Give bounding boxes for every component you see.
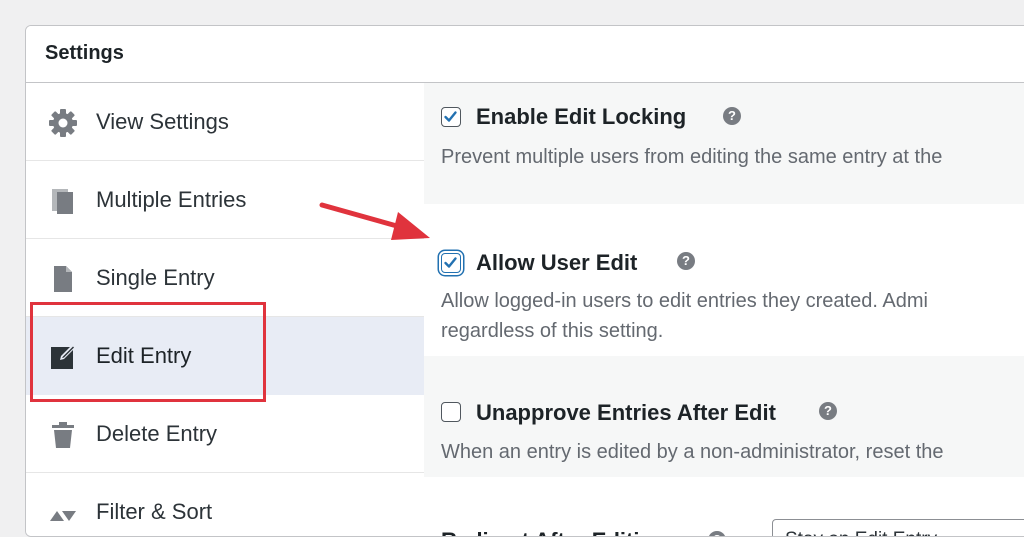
- settings-panel: Settings View Settings Multiple Entries …: [25, 25, 1024, 537]
- help-icon[interactable]: ?: [708, 531, 726, 536]
- setting-description: regardless of this setting.: [441, 320, 664, 342]
- sidebar-item-label: Delete Entry: [96, 421, 218, 446]
- enable-edit-locking-checkbox[interactable]: [441, 107, 461, 127]
- sidebar-item-label: Edit Entry: [96, 343, 192, 368]
- unapprove-entries-checkbox[interactable]: [441, 402, 461, 422]
- panel-header: Settings: [26, 26, 1024, 83]
- setting-allow-user-edit: Allow User Edit ? Allow logged-in users …: [424, 204, 1024, 356]
- allow-user-edit-checkbox[interactable]: [441, 253, 461, 273]
- sidebar-item-filter-sort[interactable]: Filter & Sort: [26, 473, 424, 536]
- panel-title: Settings: [45, 42, 124, 64]
- setting-unapprove-entries: Unapprove Entries After Edit ? When an e…: [424, 356, 1024, 477]
- help-icon[interactable]: ?: [819, 402, 837, 420]
- settings-content: Enable Edit Locking ? Prevent multiple u…: [424, 83, 1024, 536]
- sidebar-item-label: Single Entry: [96, 265, 215, 290]
- sidebar-item-delete-entry[interactable]: Delete Entry: [26, 395, 424, 473]
- annotation-arrow-icon: [319, 202, 430, 240]
- help-icon[interactable]: ?: [677, 252, 695, 270]
- setting-label: Unapprove Entries After Edit: [476, 400, 776, 425]
- sidebar-item-label: Filter & Sort: [96, 499, 213, 524]
- sidebar-item-label: View Settings: [96, 109, 229, 134]
- sidebar-item-edit-entry[interactable]: Edit Entry: [26, 317, 424, 395]
- setting-description: Allow logged-in users to edit entries th…: [441, 290, 928, 312]
- setting-description: Prevent multiple users from editing the …: [441, 146, 943, 168]
- setting-label: Redirect After Editing: [441, 528, 666, 536]
- edit-icon: [47, 341, 79, 373]
- setting-label: Allow User Edit: [476, 250, 638, 275]
- trash-icon: [47, 419, 79, 451]
- redirect-select[interactable]: Stay on Edit Entry: [772, 519, 1024, 536]
- setting-description: When an entry is edited by a non-adminis…: [441, 441, 944, 463]
- settings-sidebar: View Settings Multiple Entries Single En…: [26, 83, 424, 536]
- copy-icon: [47, 185, 79, 217]
- gear-icon: [47, 107, 79, 139]
- sort-icon: [47, 497, 79, 529]
- setting-label: Enable Edit Locking: [476, 104, 687, 129]
- redirect-select-value: Stay on Edit Entry: [785, 529, 937, 536]
- sidebar-item-label: Multiple Entries: [96, 187, 247, 212]
- setting-enable-edit-locking: Enable Edit Locking ? Prevent multiple u…: [424, 83, 1024, 204]
- help-icon[interactable]: ?: [723, 107, 741, 125]
- sidebar-item-view-settings[interactable]: View Settings: [26, 83, 424, 161]
- document-icon: [47, 263, 79, 295]
- setting-redirect-after-editing: Redirect After Editing ? Stay on Edit En…: [424, 477, 1024, 536]
- sidebar-item-single-entry[interactable]: Single Entry: [26, 239, 424, 317]
